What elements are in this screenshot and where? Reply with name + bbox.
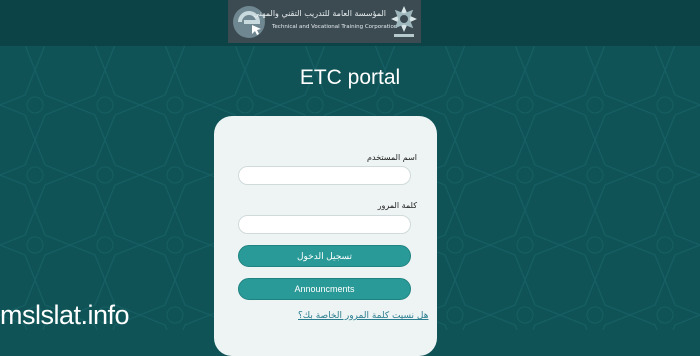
forgot-password-link[interactable]: هل نسيت كلمة المرور الخاصة بك؟ (298, 311, 428, 321)
top-bar: المؤسسة العامة للتدريب التقني والمهني Te… (0, 0, 700, 46)
password-label: كلمة المرور (377, 201, 417, 210)
announcements-button[interactable]: Announcments (238, 278, 411, 300)
tvtc-logo[interactable]: المؤسسة العامة للتدريب التقني والمهني Te… (228, 0, 421, 43)
star-emblem-icon (391, 6, 417, 37)
login-card: اسم المستخدم كلمة المرور تسجيل الدخول An… (214, 116, 437, 356)
page-title: ETC portal (299, 66, 401, 89)
watermark-text: mslslat.info (0, 300, 130, 330)
username-label: اسم المستخدم (367, 153, 417, 162)
logo-org-arabic: المؤسسة العامة للتدريب التقني والمهني (252, 9, 386, 18)
logo-org-english: Technical and Vocational Training Corpor… (272, 24, 398, 30)
login-button[interactable]: تسجيل الدخول (238, 245, 411, 267)
password-input[interactable] (238, 215, 411, 234)
username-input[interactable] (238, 166, 411, 185)
